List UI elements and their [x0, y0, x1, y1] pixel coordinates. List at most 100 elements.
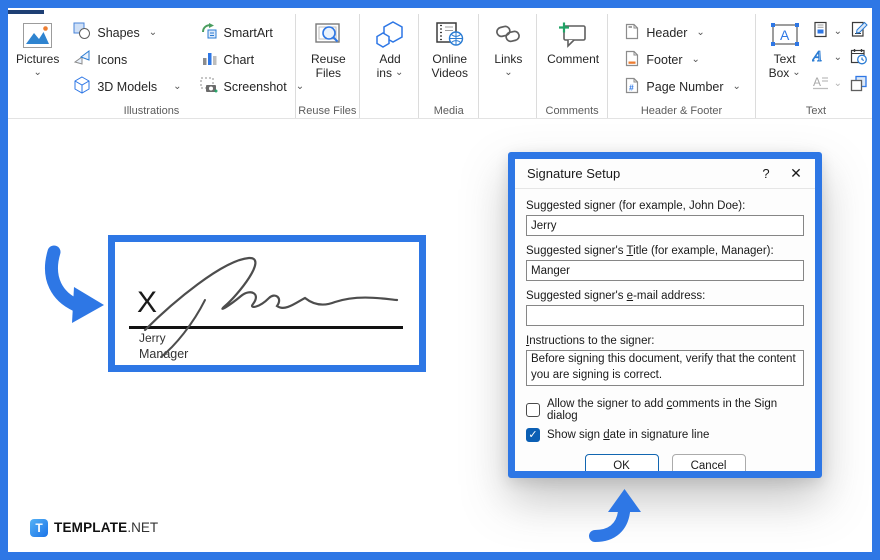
chevron-down-icon — [733, 80, 741, 94]
chart-label: Chart — [223, 52, 255, 67]
pictures-label: Pictures — [16, 52, 60, 66]
icons-button[interactable]: Icons — [71, 46, 183, 73]
screenshot-button[interactable]: Screenshot — [198, 73, 307, 100]
footer-icon — [624, 50, 640, 70]
ribbon-group-media: Online Videos Media — [419, 14, 480, 118]
object-button[interactable] — [850, 75, 868, 97]
links-icon — [493, 20, 523, 50]
header-icon — [624, 23, 640, 43]
brand-name-bold: TEMPLATE — [54, 520, 128, 535]
smartart-icon — [200, 22, 218, 43]
allow-comments-checkbox-row[interactable]: Allow the signer to add comments in the … — [526, 398, 804, 422]
online-videos-label: Online Videos — [431, 52, 468, 80]
comment-button[interactable]: Comment — [545, 19, 601, 68]
template-logo-icon: T — [30, 519, 48, 537]
page-number-button[interactable]: # Page Number — [622, 73, 743, 100]
object-icon — [850, 75, 868, 97]
3d-models-label: 3D Models — [97, 79, 158, 94]
word-window: Pictures Shapes Icons 3D Models — [8, 8, 872, 552]
date-time-button[interactable] — [850, 48, 868, 70]
help-button[interactable]: ? — [751, 166, 781, 181]
suggested-signer-label: Suggested signer (for example, John Doe)… — [526, 200, 746, 212]
svg-text:A: A — [780, 27, 790, 43]
close-icon[interactable]: ✕ — [781, 165, 811, 182]
drop-cap-button[interactable]: A — [812, 73, 842, 95]
arrow-annotation-bottom — [588, 485, 646, 548]
online-videos-button[interactable]: Online Videos — [429, 19, 469, 82]
chart-button[interactable]: Chart — [198, 46, 307, 73]
smartart-button[interactable]: SmartArt — [198, 19, 307, 46]
header-button[interactable]: Header — [622, 19, 743, 46]
text-box-icon: A — [768, 20, 802, 50]
document-canvas: X Jerry Manager Signature Setup ? ✕ Sugg… — [8, 120, 872, 552]
shapes-label: Shapes — [97, 25, 140, 40]
allow-comments-label: Allow the signer to add comments in the … — [547, 398, 778, 422]
wordart-button[interactable]: A — [810, 47, 842, 69]
instructions-textarea[interactable]: Before signing this document, verify tha… — [526, 350, 804, 386]
signer-title-input[interactable] — [526, 260, 804, 281]
illustrations-group-label: Illustrations — [123, 105, 180, 117]
ribbon-group-reuse-files: Reuse Files Reuse Files — [296, 14, 360, 118]
arrow-annotation-left — [38, 245, 104, 330]
date-time-icon — [850, 48, 868, 70]
footer-button[interactable]: Footer — [622, 46, 743, 73]
comment-icon — [557, 20, 589, 50]
checkbox-checked-icon[interactable]: ✓ — [526, 428, 540, 442]
shapes-icon — [73, 22, 91, 43]
text-box-button[interactable]: A Text Box — [766, 19, 804, 82]
chevron-down-icon — [494, 67, 522, 81]
chevron-down-icon — [149, 26, 157, 40]
chevron-down-icon — [173, 80, 181, 94]
signer-email-label: Suggested signer's e-mail address: — [526, 290, 706, 302]
icons-icon — [73, 49, 91, 70]
links-button[interactable]: Links — [491, 19, 525, 82]
signer-email-input[interactable] — [526, 305, 804, 326]
svg-text:#: # — [629, 82, 634, 92]
signature-line-button[interactable] — [850, 21, 868, 43]
quick-parts-button[interactable] — [812, 21, 842, 43]
signature-setup-dialog: Signature Setup ? ✕ Suggested signer (fo… — [515, 159, 815, 471]
ribbon-insert: Pictures Shapes Icons 3D Models — [8, 14, 872, 119]
template-net-logo: T TEMPLATE.NET — [30, 519, 158, 537]
signature-setup-dialog-highlight: Signature Setup ? ✕ Suggested signer (fo… — [508, 152, 822, 478]
ribbon-group-comments: Comment Comments — [537, 14, 609, 118]
media-group-label: Media — [433, 105, 464, 117]
reuse-files-group-label: Reuse Files — [298, 105, 357, 117]
smartart-label: SmartArt — [223, 25, 273, 40]
3d-models-icon — [73, 76, 91, 97]
3d-models-button[interactable]: 3D Models — [71, 73, 183, 100]
pictures-button[interactable]: Pictures — [14, 19, 61, 82]
add-ins-button[interactable]: Add ins — [373, 19, 407, 82]
show-sign-date-label: Show sign date in signature line — [547, 429, 710, 441]
handwritten-signature — [125, 244, 415, 369]
screenshot-frame: Pictures Shapes Icons 3D Models — [0, 0, 880, 560]
chart-icon — [200, 49, 218, 70]
checkbox-unchecked-icon[interactable] — [526, 403, 540, 417]
comments-group-label: Comments — [545, 105, 599, 117]
chevron-down-icon — [696, 26, 704, 40]
page-number-label: Page Number — [646, 79, 724, 94]
shapes-button[interactable]: Shapes — [71, 19, 183, 46]
signature-line-object[interactable]: X Jerry Manager — [108, 235, 426, 372]
cancel-button[interactable]: Cancel — [671, 454, 746, 471]
ribbon-group-illustrations: Pictures Shapes Icons 3D Models — [8, 14, 296, 118]
screenshot-label: Screenshot — [223, 79, 287, 94]
text-group-label: Text — [805, 105, 827, 117]
ok-button[interactable]: OK — [584, 454, 659, 471]
signature-line-icon — [850, 21, 868, 43]
chevron-down-icon — [834, 49, 842, 67]
screenshot-icon — [200, 76, 218, 97]
suggested-signer-input[interactable] — [526, 215, 804, 236]
links-label: Links — [494, 52, 523, 66]
reuse-files-button[interactable]: Reuse Files — [309, 19, 348, 82]
ribbon-group-links: Links — [479, 14, 537, 118]
comment-label: Comment — [547, 52, 600, 66]
icons-label: Icons — [97, 52, 128, 67]
reuse-files-label: Reuse Files — [310, 52, 346, 80]
svg-text:A: A — [813, 75, 821, 89]
page-number-icon: # — [624, 77, 640, 97]
pictures-icon — [22, 20, 53, 50]
ribbon-group-text: A Text Box A A — [756, 14, 872, 118]
footer-label: Footer — [646, 52, 683, 67]
show-sign-date-checkbox-row[interactable]: ✓ Show sign date in signature line — [526, 428, 804, 442]
